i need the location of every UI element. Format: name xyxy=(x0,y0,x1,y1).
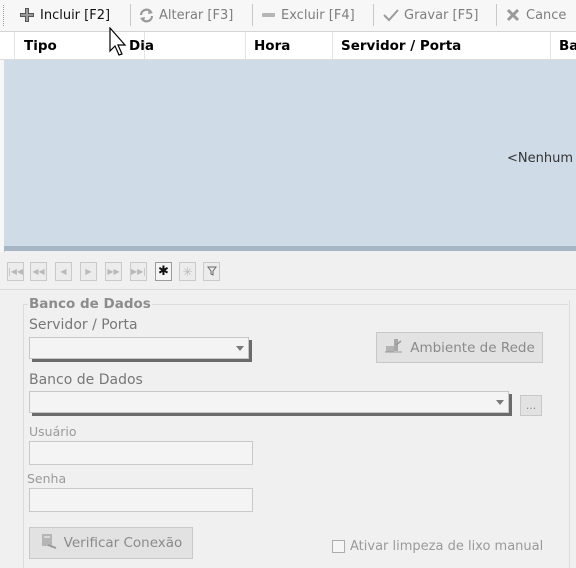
column-header-banco[interactable]: Ba xyxy=(559,38,576,54)
column-separator[interactable] xyxy=(245,32,246,59)
prior-page-icon: ◀◀ xyxy=(32,267,45,276)
column-separator[interactable] xyxy=(550,32,551,59)
asterisk-disabled-icon: ✳ xyxy=(182,264,193,279)
gravar-label: Gravar [F5] xyxy=(404,7,479,23)
toolbar-grip[interactable] xyxy=(3,5,7,26)
grid-horizontal-scrollbar[interactable] xyxy=(4,246,576,251)
checkbox-box[interactable] xyxy=(332,540,345,553)
minus-icon xyxy=(259,6,277,24)
servidor-porta-label: Servidor / Porta xyxy=(29,317,138,333)
combo-shadow xyxy=(32,359,252,362)
alterar-label: Alterar [F3] xyxy=(159,7,234,23)
toolbar-separator xyxy=(252,4,253,26)
database-form: Banco de Dados Servidor / Porta Ambiente… xyxy=(8,290,568,568)
verificar-conexao-label: Verificar Conexão xyxy=(63,535,183,551)
grid-body[interactable]: <Nenhum xyxy=(4,60,576,246)
incluir-button[interactable]: Incluir [F2] xyxy=(18,3,110,27)
cancelar-label: Cance xyxy=(526,7,567,23)
browse-button[interactable]: ... xyxy=(520,395,542,416)
prior-page-button[interactable]: ◀◀ xyxy=(30,262,47,281)
last-record-button[interactable]: ▶▶| xyxy=(130,262,147,281)
toolbar-separator xyxy=(130,4,131,26)
toolbar-separator xyxy=(496,4,497,26)
excluir-button[interactable]: Excluir [F4] xyxy=(259,3,355,27)
senha-input[interactable] xyxy=(29,488,253,512)
incluir-label: Incluir [F2] xyxy=(40,7,111,23)
next-page-icon: ▶▶ xyxy=(107,267,120,276)
mouse-cursor-icon xyxy=(108,26,128,59)
grid-header: Tipo Dia Hora Servidor / Porta Ba xyxy=(0,32,576,60)
excluir-label: Excluir [F4] xyxy=(281,7,355,23)
chevron-down-icon xyxy=(496,400,504,405)
last-icon: ▶▶| xyxy=(131,267,146,276)
right-panel-border xyxy=(569,300,570,568)
column-separator[interactable] xyxy=(14,32,15,59)
checkmark-icon xyxy=(382,6,400,24)
close-x-icon xyxy=(504,6,522,24)
ambiente-de-rede-button[interactable]: Ambiente de Rede xyxy=(376,332,543,363)
insert-record-button[interactable]: ✱ xyxy=(155,262,172,281)
next-page-button[interactable]: ▶▶ xyxy=(105,262,122,281)
database-check-icon xyxy=(40,532,58,554)
banco-de-dados-combo[interactable] xyxy=(29,391,509,413)
banco-de-dados-label: Banco de Dados xyxy=(29,372,143,388)
group-border-left xyxy=(23,304,24,568)
plus-icon xyxy=(18,6,36,24)
append-record-button[interactable]: ✳ xyxy=(179,262,196,281)
network-icon xyxy=(384,337,404,359)
servidor-porta-combo[interactable] xyxy=(29,337,249,359)
filter-icon xyxy=(206,266,217,278)
limpeza-label: Ativar limpeza de lixo manual xyxy=(350,539,544,554)
next-icon: ▶ xyxy=(85,267,92,276)
asterisk-icon: ✱ xyxy=(158,264,169,279)
prior-record-button[interactable]: ◀ xyxy=(55,262,72,281)
refresh-icon xyxy=(137,6,155,24)
usuario-label: Usuário xyxy=(29,424,77,439)
column-header-dia[interactable]: Dia xyxy=(129,38,154,54)
limpeza-checkbox[interactable]: Ativar limpeza de lixo manual xyxy=(332,539,543,554)
next-record-button[interactable]: ▶ xyxy=(80,262,97,281)
toolbar-separator xyxy=(373,4,374,26)
cancelar-button[interactable]: Cance xyxy=(504,3,566,27)
browse-label: ... xyxy=(525,399,537,412)
senha-label: Senha xyxy=(27,471,67,486)
verificar-conexao-button[interactable]: Verificar Conexão xyxy=(29,527,193,559)
column-separator[interactable] xyxy=(332,32,333,59)
ambiente-de-rede-label: Ambiente de Rede xyxy=(410,339,535,356)
toolbar: Incluir [F2] Alterar [F3] Excluir [F4] G… xyxy=(0,0,576,32)
gravar-button[interactable]: Gravar [F5] xyxy=(382,3,478,27)
column-header-servidor-porta[interactable]: Servidor / Porta xyxy=(341,38,461,54)
prior-icon: ◀ xyxy=(60,267,67,276)
column-separator[interactable] xyxy=(144,32,145,59)
filter-button[interactable] xyxy=(203,262,220,281)
first-record-button[interactable]: |◀◀ xyxy=(7,262,24,281)
column-header-tipo[interactable]: Tipo xyxy=(24,38,57,54)
chevron-down-icon xyxy=(236,346,244,351)
record-navigator: |◀◀ ◀◀ ◀ ▶ ▶▶ ▶▶| ✱ ✳ xyxy=(0,256,576,290)
usuario-input[interactable] xyxy=(29,441,253,465)
first-icon: |◀◀ xyxy=(8,267,23,276)
alterar-button[interactable]: Alterar [F3] xyxy=(137,3,233,27)
group-title: Banco de Dados xyxy=(28,296,152,312)
grid-empty-text: <Nenhum xyxy=(507,151,573,166)
column-header-hora[interactable]: Hora xyxy=(254,38,290,54)
combo-shadow xyxy=(32,413,512,416)
